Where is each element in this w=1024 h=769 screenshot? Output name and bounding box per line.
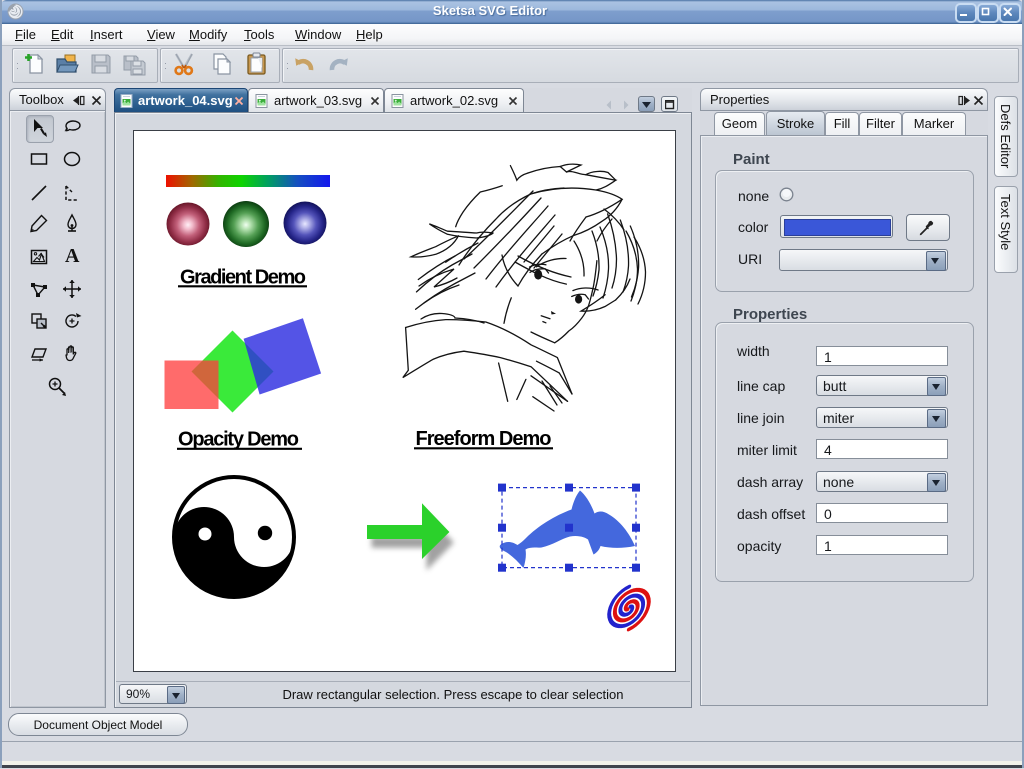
svg-text:Opacity Demo: Opacity Demo xyxy=(178,429,299,451)
svg-text:Freeform Demo: Freeform Demo xyxy=(416,428,552,450)
